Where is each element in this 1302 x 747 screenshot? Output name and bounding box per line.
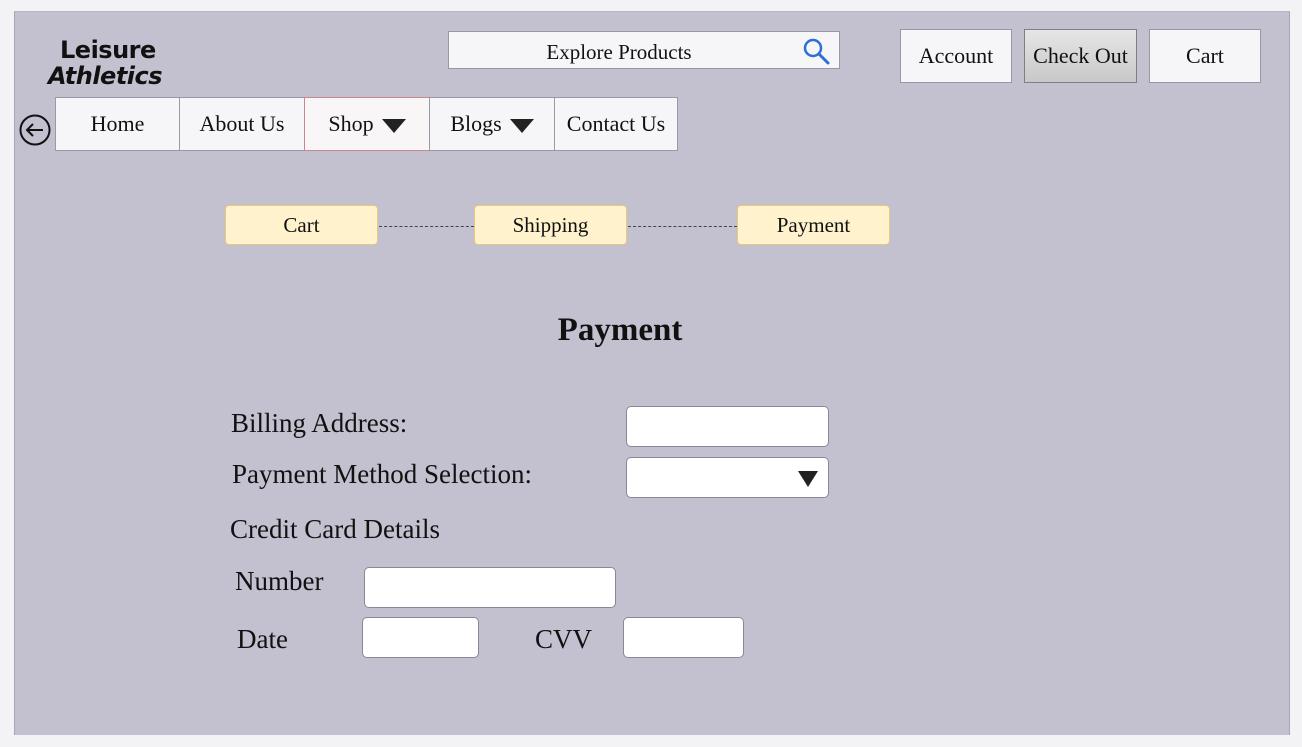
step-shipping[interactable]: Shipping bbox=[474, 205, 627, 245]
nav-item-contact-us[interactable]: Contact Us bbox=[554, 97, 678, 151]
card-number-field[interactable] bbox=[364, 567, 616, 608]
nav-item-blogs[interactable]: Blogs bbox=[429, 97, 555, 151]
cvv-label: CVV bbox=[535, 624, 593, 654]
nav-item-label: Shop bbox=[328, 111, 374, 136]
search-input[interactable]: Explore Products bbox=[449, 40, 789, 65]
brand-line-1: Leisure bbox=[60, 36, 156, 64]
nav-item-home[interactable]: Home bbox=[55, 97, 180, 151]
search-icon[interactable] bbox=[801, 36, 831, 66]
chevron-down-icon bbox=[798, 471, 818, 487]
nav-item-shop[interactable]: Shop bbox=[304, 97, 430, 151]
nav-item-about-us[interactable]: About Us bbox=[179, 97, 305, 151]
billing-address-label: Billing Address: bbox=[231, 408, 408, 438]
nav-item-label: Blogs bbox=[450, 111, 502, 136]
step-cart[interactable]: Cart bbox=[225, 205, 378, 245]
step-payment[interactable]: Payment bbox=[737, 205, 890, 245]
chevron-down-icon bbox=[381, 119, 406, 133]
cvv-field[interactable] bbox=[623, 617, 744, 658]
payment-method-select[interactable] bbox=[626, 457, 829, 498]
card-date-label: Date bbox=[237, 624, 288, 654]
card-number-label: Number bbox=[235, 566, 324, 596]
brand-line-2: Athletics bbox=[48, 62, 163, 90]
card-date-field[interactable] bbox=[362, 617, 479, 658]
billing-address-field[interactable] bbox=[626, 406, 829, 447]
nav-item-label: Home bbox=[90, 111, 145, 136]
chevron-down-icon bbox=[509, 119, 534, 133]
check-out-button[interactable]: Check Out bbox=[1024, 29, 1137, 83]
account-button[interactable]: Account bbox=[900, 29, 1012, 83]
search-bar[interactable]: Explore Products bbox=[448, 31, 840, 69]
cart-button[interactable]: Cart bbox=[1149, 29, 1261, 83]
step-connector bbox=[379, 226, 474, 227]
step-connector bbox=[628, 226, 737, 227]
back-arrow-circle-icon[interactable] bbox=[18, 113, 52, 147]
page-title: Payment bbox=[557, 312, 683, 348]
nav-item-label: About Us bbox=[199, 111, 285, 136]
payment-method-label: Payment Method Selection: bbox=[232, 459, 532, 489]
brand-logo[interactable]: Leisure Athletics bbox=[48, 36, 163, 90]
credit-card-heading: Credit Card Details bbox=[230, 514, 440, 544]
nav-item-label: Contact Us bbox=[566, 111, 666, 136]
